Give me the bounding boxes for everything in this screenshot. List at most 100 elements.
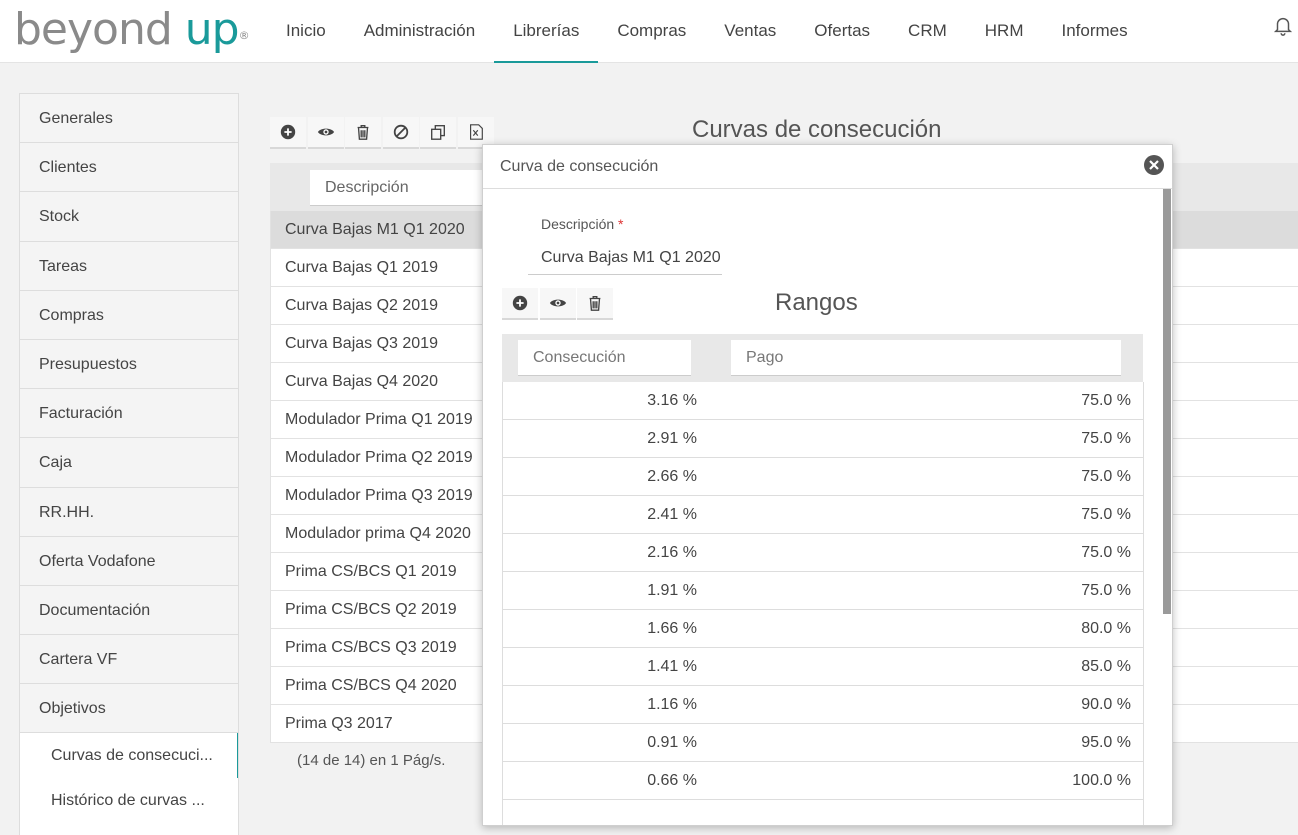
page-title: Curvas de consecución bbox=[692, 116, 942, 143]
logo[interactable]: beyond up® bbox=[14, 4, 250, 56]
duplicate-button[interactable] bbox=[420, 117, 456, 149]
cell-pago: 75.0 % bbox=[1081, 430, 1131, 447]
view-button[interactable] bbox=[307, 117, 344, 149]
nav-inicio[interactable]: Inicio bbox=[267, 0, 345, 63]
ranges-table: 3.16 % 75.0 % 2.91 % 75.0 % 2.66 % 75.0 % 2… bbox=[502, 382, 1144, 825]
table-row[interactable]: 1.16 % 90.0 % bbox=[502, 686, 1144, 724]
nav-librerias[interactable]: Librerías bbox=[494, 0, 599, 63]
description-label-text: Descripción bbox=[541, 216, 615, 232]
table-row[interactable]: 1.91 % 75.0 % bbox=[502, 572, 1144, 610]
nav-compras[interactable]: Compras bbox=[598, 0, 705, 63]
cell-pago: 75.0 % bbox=[1081, 544, 1131, 561]
sidebar-item-facturacion[interactable]: Facturación bbox=[20, 389, 238, 439]
sidebar-item-cartera-vf[interactable]: Cartera VF bbox=[20, 635, 238, 685]
nav-informes[interactable]: Informes bbox=[1042, 0, 1146, 63]
table-row[interactable]: 2.41 % 75.0 % bbox=[502, 496, 1144, 534]
delete-button[interactable] bbox=[345, 117, 381, 149]
delete-range-button[interactable] bbox=[577, 288, 613, 320]
table-row[interactable]: 3.16 % 75.0 % bbox=[502, 382, 1144, 420]
cell-consecucion: 1.16 % bbox=[647, 696, 697, 713]
sidebar-item-documentacion[interactable]: Documentación bbox=[20, 585, 238, 636]
table-row[interactable]: 2.66 % 75.0 % bbox=[502, 458, 1144, 496]
close-icon[interactable] bbox=[1143, 154, 1165, 176]
cell-pago: 75.0 % bbox=[1081, 582, 1131, 599]
top-bar: beyond up® Inicio Administración Librerí… bbox=[0, 0, 1298, 63]
logo-text-beyond: beyond bbox=[14, 4, 173, 55]
main-nav: Inicio Administración Librerías Compras … bbox=[267, 0, 1147, 63]
cell-consecucion: 2.16 % bbox=[647, 544, 697, 561]
trash-icon bbox=[589, 296, 601, 311]
sidebar-item-compras[interactable]: Compras bbox=[20, 290, 238, 340]
ranges-title: Rangos bbox=[775, 289, 858, 316]
excel-file-icon bbox=[469, 124, 483, 140]
sidebar-item-caja[interactable]: Caja bbox=[20, 438, 238, 488]
cell-consecucion: 1.91 % bbox=[647, 582, 697, 599]
table-row[interactable]: 2.16 % 75.0 % bbox=[502, 534, 1144, 572]
curve-dialog: Curva de consecución Descripción * Rango… bbox=[482, 144, 1173, 826]
eye-icon bbox=[317, 128, 334, 136]
sidebar-item-generales[interactable]: Generales bbox=[20, 94, 238, 144]
cell-pago: 75.0 % bbox=[1081, 392, 1131, 409]
disable-button[interactable] bbox=[382, 117, 419, 149]
trash-icon bbox=[357, 125, 369, 140]
sidebar-subitem-curvas[interactable]: Curvas de consecuci... bbox=[20, 733, 238, 779]
copy-icon bbox=[431, 125, 445, 140]
cell-pago: 85.0 % bbox=[1081, 658, 1131, 675]
cell-consecucion: 1.41 % bbox=[647, 658, 697, 675]
sidebar-item-objetivos[interactable]: Objetivos bbox=[20, 684, 238, 734]
cell-pago: 95.0 % bbox=[1081, 734, 1131, 751]
description-field[interactable] bbox=[528, 241, 722, 275]
cell-pago: 75.0 % bbox=[1081, 468, 1131, 485]
ban-icon bbox=[393, 124, 408, 140]
eye-icon bbox=[549, 299, 566, 307]
cell-pago: 90.0 % bbox=[1081, 696, 1131, 713]
sidebar-item-stock[interactable]: Stock bbox=[20, 192, 238, 242]
cell-consecucion: 3.16 % bbox=[647, 392, 697, 409]
main-toolbar bbox=[270, 117, 495, 149]
table-row[interactable] bbox=[502, 800, 1144, 825]
nav-hrm[interactable]: HRM bbox=[966, 0, 1043, 63]
nav-crm[interactable]: CRM bbox=[889, 0, 966, 63]
table-row[interactable]: 1.66 % 80.0 % bbox=[502, 610, 1144, 648]
cell-pago: 100.0 % bbox=[1072, 772, 1131, 789]
nav-administracion[interactable]: Administración bbox=[345, 0, 495, 63]
plus-circle-icon bbox=[512, 295, 528, 311]
logo-registered-mark: ® bbox=[238, 29, 250, 42]
ranges-toolbar bbox=[502, 288, 615, 320]
table-row[interactable]: 2.91 % 75.0 % bbox=[502, 420, 1144, 458]
dialog-scrollbar[interactable] bbox=[1163, 189, 1171, 614]
bell-icon[interactable] bbox=[1272, 14, 1294, 36]
view-range-button[interactable] bbox=[539, 288, 576, 320]
plus-circle-icon bbox=[280, 124, 296, 140]
logo-text-up: up bbox=[184, 4, 240, 55]
table-row[interactable]: 1.41 % 85.0 % bbox=[502, 648, 1144, 686]
cell-consecucion: 0.66 % bbox=[647, 772, 697, 789]
sidebar: Generales Clientes Stock Tareas Compras … bbox=[19, 93, 239, 835]
cell-consecucion: 2.66 % bbox=[647, 468, 697, 485]
pago-filter-input[interactable]: Pago bbox=[731, 340, 1121, 376]
nav-ventas[interactable]: Ventas bbox=[705, 0, 795, 63]
cell-consecucion: 2.91 % bbox=[647, 430, 697, 447]
cell-consecucion: 2.41 % bbox=[647, 506, 697, 523]
pagination-info: (14 de 14) en 1 Pág/s. bbox=[297, 752, 446, 769]
cell-consecucion: 0.91 % bbox=[647, 734, 697, 751]
sidebar-item-tareas[interactable]: Tareas bbox=[20, 241, 238, 291]
sidebar-item-presupuestos[interactable]: Presupuestos bbox=[20, 339, 238, 390]
add-range-button[interactable] bbox=[502, 288, 538, 320]
add-button[interactable] bbox=[270, 117, 306, 149]
table-row[interactable]: 0.91 % 95.0 % bbox=[502, 724, 1144, 762]
required-mark: * bbox=[618, 216, 624, 232]
sidebar-item-rrhh[interactable]: RR.HH. bbox=[20, 487, 238, 537]
sidebar-item-clientes[interactable]: Clientes bbox=[20, 143, 238, 193]
cell-pago: 80.0 % bbox=[1081, 620, 1131, 637]
cell-pago: 75.0 % bbox=[1081, 506, 1131, 523]
dialog-title: Curva de consecución bbox=[500, 158, 659, 175]
consecucion-filter-input[interactable]: Consecución bbox=[518, 340, 691, 376]
cell-consecucion: 1.66 % bbox=[647, 620, 697, 637]
table-row[interactable]: 0.66 % 100.0 % bbox=[502, 762, 1144, 800]
nav-ofertas[interactable]: Ofertas bbox=[795, 0, 889, 63]
ranges-header: Consecución Pago bbox=[502, 334, 1143, 382]
sidebar-item-oferta-vodafone[interactable]: Oferta Vodafone bbox=[20, 536, 238, 586]
sidebar-subitem-historico[interactable]: Histórico de curvas ... bbox=[20, 778, 238, 824]
description-label: Descripción * bbox=[541, 216, 623, 232]
